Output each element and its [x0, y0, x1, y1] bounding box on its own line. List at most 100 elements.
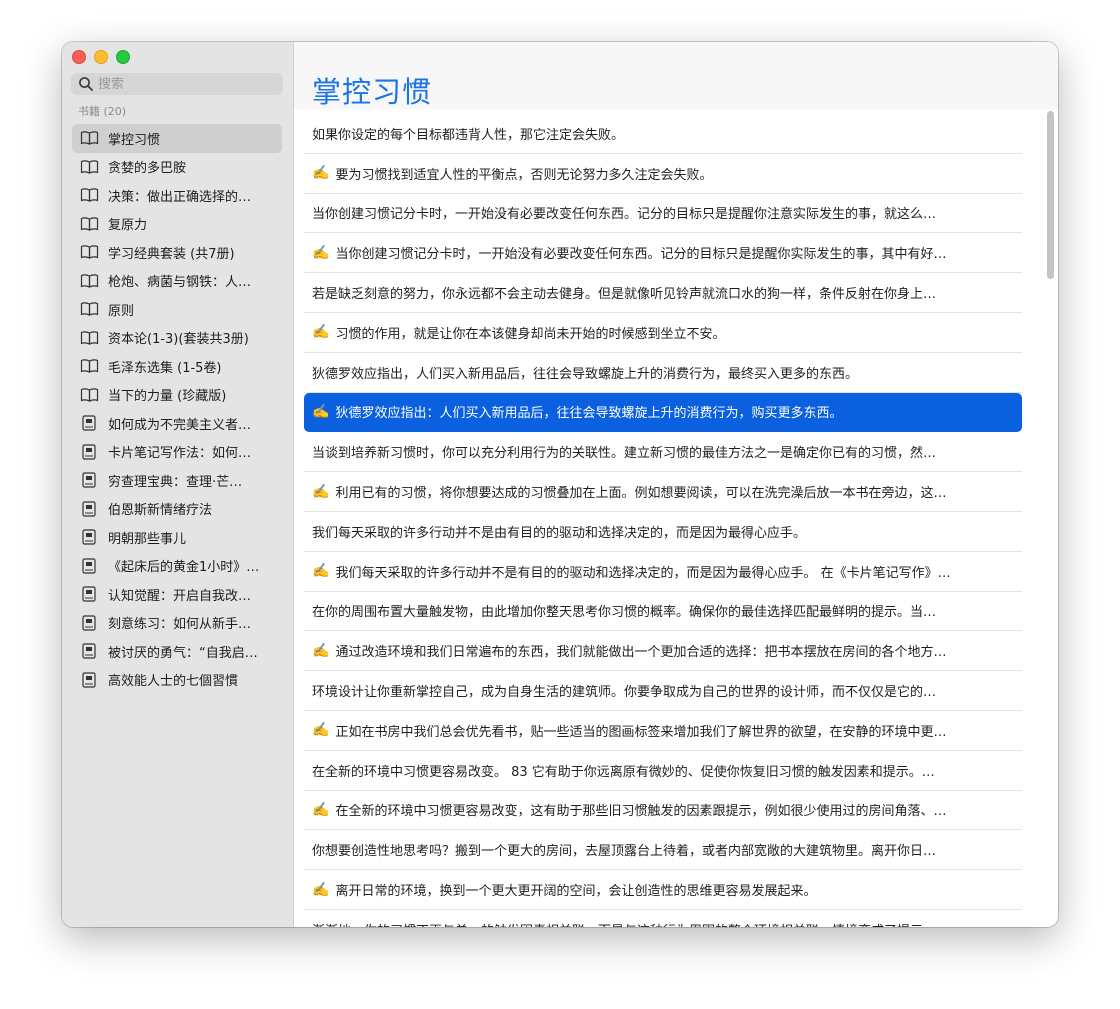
writing-hand-icon: ✍️: [312, 244, 330, 261]
sidebar-book-item[interactable]: 认知觉醒：开启自我改…: [72, 580, 282, 609]
note-text: 渐渐地，你的习惯不再与单一的触发因素相关联，而是与这种行为周围的整个环境相关联。…: [312, 920, 1022, 927]
highlight-row[interactable]: 当谈到培养新习惯时，你可以充分利用行为的关联性。建立新习惯的最佳方法之一是确定你…: [304, 432, 1022, 473]
note-text: 环境设计让你重新掌控自己，成为自身生活的建筑师。你要争取成为自己的世界的设计师，…: [312, 685, 937, 701]
search-field[interactable]: [71, 73, 283, 95]
sidebar-book-item[interactable]: 明朝那些事儿: [72, 523, 282, 552]
writing-hand-icon: ✍️: [312, 881, 330, 898]
sidebar-book-label: 被讨厌的勇气：“自我启…: [108, 645, 258, 661]
note-text: 我们每天采取的许多行动并不是有目的的驱动和选择决定的，而是因为最得心应手。 在《…: [335, 565, 951, 581]
scrollbar[interactable]: [1043, 109, 1057, 927]
note-text: 狄德罗效应指出：人们买入新用品后，往往会导致螺旋上升的消费行为，购买更多东西。: [335, 406, 843, 422]
sidebar-book-item[interactable]: 决策：做出正确选择的…: [72, 181, 282, 210]
note-text: 当谈到培养新习惯时，你可以充分利用行为的关联性。建立新习惯的最佳方法之一是确定你…: [312, 446, 937, 462]
highlight-row[interactable]: 环境设计让你重新掌控自己，成为自身生活的建筑师。你要争取成为自己的世界的设计师，…: [304, 671, 1022, 711]
book-list: 掌控习惯贪婪的多巴胺决策：做出正确选择的… 复原力学习经典套装 (共7册) 枪炮、病…: [72, 124, 282, 694]
title-bar: 掌控习惯: [294, 42, 1058, 109]
sidebar-book-label: 刻意练习：如何从新手…: [108, 617, 252, 633]
note-text: 当你创建习惯记分卡时，一开始没有必要改变任何东西。记分的目标只是提醒你注意实际发…: [312, 207, 937, 223]
note-row[interactable]: ✍️ 利用已有的习惯，将你想要达成的习惯叠加在上面。例如想要阅读，可以在洗完澡后放…: [304, 472, 1022, 512]
note-text: 在你的周围布置大量触发物，由此增加你整天思考你习惯的概率。确保你的最佳选择匹配最…: [312, 605, 937, 621]
minimize-window-button[interactable]: [94, 50, 108, 64]
note-text: 当你创建习惯记分卡时，一开始没有必要改变任何东西。记分的目标只是提醒你实际发生的…: [335, 247, 947, 263]
writing-hand-icon: ✍️: [312, 801, 330, 818]
main-pane: 掌控习惯 如果你设定的每个目标都违背人性，那它注定会失败。 ✍️ 要为习惯找到适宜人…: [294, 42, 1058, 927]
book-open-icon: [80, 217, 99, 231]
book-open-icon: [80, 160, 99, 174]
note-text: 习惯的作用，就是让你在本该健身却尚未开始的时候感到坐立不安。: [335, 326, 726, 342]
sidebar-book-item[interactable]: 毛泽东选集 (1-5卷): [72, 352, 282, 381]
book-open-icon: [80, 245, 99, 260]
sidebar-book-item[interactable]: 掌控习惯: [72, 124, 282, 153]
note-text: 如果你设定的每个目标都违背人性，那它注定会失败。: [312, 127, 625, 143]
sidebar-book-item[interactable]: 穷查理宝典：查理·芒…: [72, 466, 282, 495]
sidebar-book-item[interactable]: 复原力: [72, 210, 282, 239]
note-text: 利用已有的习惯，将你想要达成的习惯叠加在上面。例如想要阅读，可以在洗完澡后放一本…: [335, 486, 947, 502]
sidebar-book-item[interactable]: 被讨厌的勇气：“自我启…: [72, 637, 282, 666]
sidebar-book-label: 如何成为不完美主义者…: [108, 417, 252, 433]
note-text: 在全新的环境中习惯更容易改变，这有助于那些旧习惯触发的因素跟提示，例如很少使用过…: [335, 804, 947, 820]
note-text: 正如在书房中我们总会优先看书，贴一些适当的图画标签来增加我们了解世界的欲望，在安…: [335, 724, 947, 740]
sidebar-book-item[interactable]: 原则: [72, 295, 282, 324]
highlight-row[interactable]: 我们每天采取的许多行动并不是由有目的的驱动和选择决定的，而是因为最得心应手。: [304, 512, 1022, 552]
highlight-row[interactable]: 当你创建习惯记分卡时，一开始没有必要改变任何东西。记分的目标只是提醒你注意实际发…: [304, 194, 1022, 234]
writing-hand-icon: ✍️: [312, 722, 330, 739]
highlight-row[interactable]: 在全新的环境中习惯更容易改变。 83 它有助于你远离原有微妙的、促使你恢复旧习惯…: [304, 751, 1022, 791]
sidebar-book-label: 贪婪的多巴胺: [108, 161, 187, 177]
note-text: 要为习惯找到适宜人性的平衡点，否则无论努力多久注定会失败。: [335, 167, 713, 183]
highlight-row[interactable]: 若是缺乏刻意的努力，你永远都不会主动去健身。但是就像听见铃声就流口水的狗一样，条…: [304, 273, 1022, 313]
note-row[interactable]: ✍️ 习惯的作用，就是让你在本该健身却尚未开始的时候感到坐立不安。: [304, 313, 1022, 353]
sidebar-book-label: 明朝那些事儿: [108, 531, 187, 547]
note-text: 我们每天采取的许多行动并不是由有目的的驱动和选择决定的，而是因为最得心应手。: [312, 525, 807, 541]
sidebar-book-label: 复原力: [108, 218, 148, 234]
highlight-row[interactable]: 渐渐地，你的习惯不再与单一的触发因素相关联，而是与这种行为周围的整个环境相关联。…: [304, 910, 1022, 927]
sidebar-book-item[interactable]: 学习经典套装 (共7册): [72, 238, 282, 267]
sidebar-book-label: 穷查理宝典：查理·芒…: [108, 474, 243, 490]
sidebar-book-label: 卡片笔记写作法：如何…: [108, 446, 252, 462]
sidebar-book-item[interactable]: 如何成为不完美主义者…: [72, 409, 282, 438]
book-open-icon: [80, 188, 99, 203]
note-row[interactable]: ✍️ 在全新的环境中习惯更容易改变，这有助于那些旧习惯触发的因素跟提示，例如很少使…: [304, 791, 1022, 831]
book-open-icon: [80, 388, 99, 402]
books-section-label: 书籍 (20): [78, 105, 127, 118]
book-closed-icon: [82, 643, 96, 659]
sidebar-book-item[interactable]: 卡片笔记写作法：如何…: [72, 438, 282, 467]
sidebar-book-item[interactable]: 资本论(1-3)(套装共3册): [72, 324, 282, 353]
book-open-icon: [80, 131, 99, 146]
highlight-row[interactable]: 你想要创造性地思考吗？搬到一个更大的房间，去屋顶露台上待着，或者内部宽敞的大建筑…: [304, 830, 1022, 871]
sidebar-book-item[interactable]: 当下的力量 (珍藏版): [72, 381, 282, 410]
sidebar-book-label: 认知觉醒：开启自我改…: [108, 588, 252, 604]
note-row[interactable]: ✍️ 通过改造环境和我们日常遍布的东西，我们就能做出一个更加合适的选择：把书本摆放…: [304, 631, 1022, 672]
scrollbar-thumb[interactable]: [1047, 111, 1054, 279]
note-row[interactable]: ✍️ 正如在书房中我们总会优先看书，贴一些适当的图画标签来增加我们了解世界的欲望，…: [304, 711, 1022, 751]
highlight-row[interactable]: 在你的周围布置大量触发物，由此增加你整天思考你习惯的概率。确保你的最佳选择匹配最…: [304, 592, 1022, 632]
highlight-row[interactable]: 狄德罗效应指出，人们买入新用品后，往往会导致螺旋上升的消费行为，最终买入更多的东…: [304, 353, 1022, 393]
zoom-window-button[interactable]: [116, 50, 130, 64]
sidebar-book-item[interactable]: 高效能人士的七個習慣: [72, 666, 282, 695]
book-open-icon: [80, 331, 99, 345]
highlight-row[interactable]: 如果你设定的每个目标都违背人性，那它注定会失败。: [304, 114, 1022, 154]
sidebar-book-item[interactable]: 《起床后的黄金1小时》…: [72, 552, 282, 581]
book-closed-icon: [82, 672, 96, 688]
book-closed-icon: [82, 472, 96, 488]
close-window-button[interactable]: [72, 50, 86, 64]
note-row[interactable]: ✍️ 离开日常的环境，换到一个更大更开阔的空间，会让创造性的思维更容易发展起来。: [304, 870, 1022, 910]
sidebar-book-label: 学习经典套装 (共7册): [108, 246, 235, 262]
book-closed-icon: [82, 529, 96, 545]
sidebar-book-label: 资本论(1-3)(套装共3册): [108, 332, 249, 348]
sidebar-book-label: 伯恩斯新情绪疗法: [108, 503, 213, 519]
sidebar-book-item[interactable]: 贪婪的多巴胺: [72, 153, 282, 182]
sidebar-book-label: 高效能人士的七個習慣: [108, 674, 239, 690]
note-row[interactable]: ✍️ 我们每天采取的许多行动并不是有目的的驱动和选择决定的，而是因为最得心应手。 …: [304, 552, 1022, 592]
sidebar-book-item[interactable]: 刻意练习：如何从新手…: [72, 609, 282, 638]
note-row[interactable]: ✍️ 狄德罗效应指出：人们买入新用品后，往往会导致螺旋上升的消费行为，购买更多东西…: [304, 392, 1022, 433]
book-open-icon: [80, 302, 99, 317]
search-input[interactable]: [98, 76, 268, 92]
note-row[interactable]: ✍️ 当你创建习惯记分卡时，一开始没有必要改变任何东西。记分的目标只是提醒你实际发…: [304, 233, 1022, 274]
sidebar-book-label: 掌控习惯: [108, 132, 161, 148]
sidebar-book-item[interactable]: 伯恩斯新情绪疗法: [72, 495, 282, 524]
writing-hand-icon: ✍️: [312, 403, 330, 420]
sidebar-book-item[interactable]: 枪炮、病菌与钢铁：人…: [72, 267, 282, 296]
sidebar: 书籍 (20) 掌控习惯贪婪的多巴胺决策：做出正确选择的… 复原力学习经典套装 (…: [62, 42, 294, 927]
note-row[interactable]: ✍️ 要为习惯找到适宜人性的平衡点，否则无论努力多久注定会失败。: [304, 154, 1022, 194]
app-window: 书籍 (20) 掌控习惯贪婪的多巴胺决策：做出正确选择的… 复原力学习经典套装 (…: [62, 42, 1058, 927]
